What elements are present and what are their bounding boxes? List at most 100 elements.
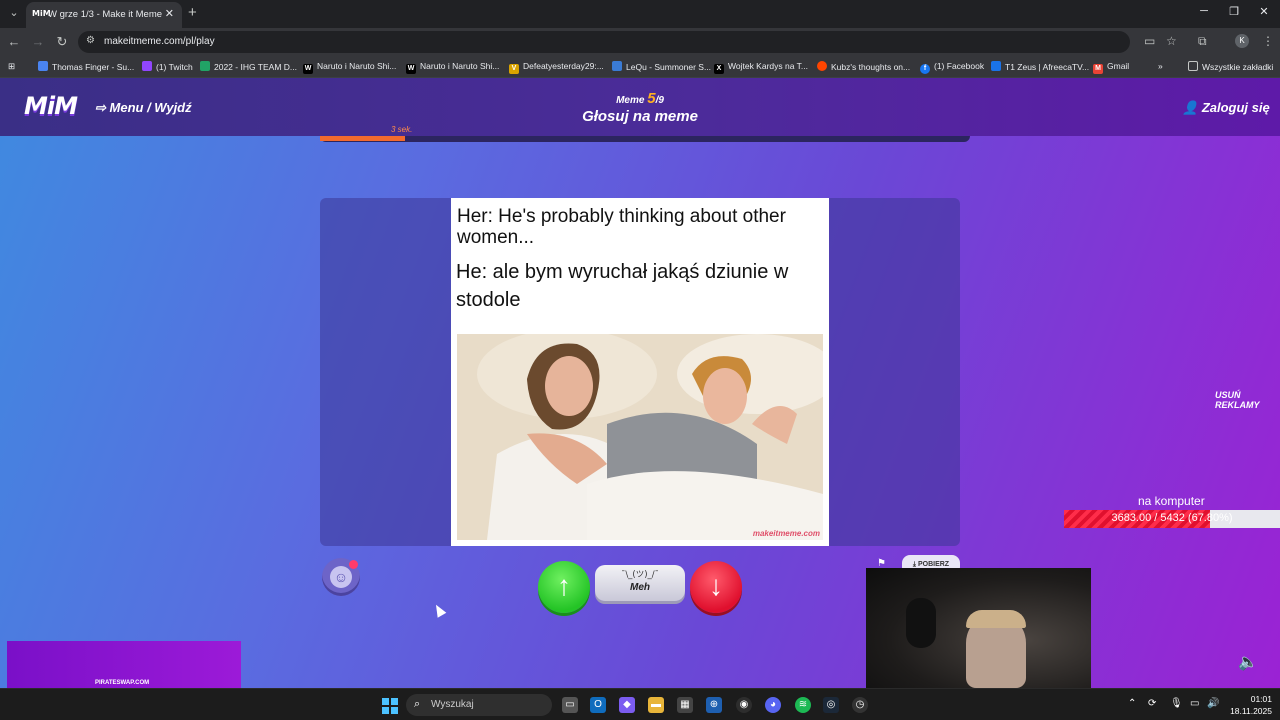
clock-app-icon[interactable]: ◷ — [852, 697, 868, 713]
meme-watermark: makeitmeme.com — [752, 529, 820, 538]
reddit-icon — [817, 61, 827, 71]
apps-grid-icon[interactable]: ⊞ — [8, 61, 15, 72]
taskbar-search[interactable]: ⌕ Wyszukaj — [406, 694, 552, 716]
meh-label: Meh — [630, 582, 650, 593]
twitch-icon — [142, 61, 152, 71]
forward-icon[interactable]: → — [30, 34, 46, 49]
microphone-icon — [906, 598, 936, 648]
remove-ads-link[interactable]: USUŃ REKLAMY — [1215, 390, 1280, 410]
url-text[interactable]: makeitmeme.com/pl/play — [104, 36, 215, 47]
new-tab-icon[interactable]: + — [188, 4, 197, 21]
league-icon — [612, 61, 622, 71]
store-icon[interactable]: ▦ — [677, 697, 693, 713]
windows-start-icon[interactable] — [382, 698, 398, 714]
bookmark-item[interactable]: 2022 - IHG TEAM D... — [200, 61, 297, 72]
mim-logo[interactable]: MiM — [24, 92, 78, 120]
vote-up-button[interactable]: ↑ — [538, 561, 590, 613]
round-counter: Meme 5/9 — [616, 90, 664, 107]
chrome-menu-icon[interactable]: ⋮ — [1262, 34, 1274, 48]
restore-icon[interactable]: ❐ — [1224, 5, 1244, 18]
clock-date: 18.11.2025 — [1230, 706, 1272, 716]
webcam-feed — [866, 568, 1091, 688]
game-page: MiM ⇨ Menu / Wyjdź Meme 5/9 Głosuj na me… — [0, 78, 1280, 688]
google-docs-icon — [38, 61, 48, 71]
folder-icon — [1188, 61, 1198, 71]
bookmark-item[interactable]: T1 Zeus | AfreecaTV... — [991, 61, 1089, 72]
copilot-icon[interactable]: ◆ — [619, 697, 635, 713]
bookmark-item[interactable]: (1) Twitch — [142, 61, 193, 72]
sponsor-name: PIRATESWAP.COM — [95, 680, 150, 686]
clock-time: 01:01 — [1250, 694, 1272, 704]
tray-overflow-icon[interactable]: ⌃ — [1128, 698, 1136, 709]
bookmark-star-icon[interactable]: ☆ — [1166, 34, 1177, 48]
round-current: 5 — [647, 90, 656, 107]
reload-icon[interactable]: ↻ — [54, 34, 70, 50]
bookmark-item[interactable]: M Gmail — [1093, 61, 1129, 74]
chrome-icon[interactable]: ◉ — [736, 697, 752, 713]
tab-close-icon[interactable]: ✕ — [165, 7, 174, 20]
shrug-emoticon: ¯\_(ツ)_/¯ — [621, 570, 659, 580]
bookmark-item[interactable]: Kubz's thoughts on... — [817, 61, 910, 72]
tab-search-icon[interactable]: ⌄ — [6, 5, 22, 21]
bookmark-item[interactable]: V Defeatyesterday29:... — [509, 61, 604, 74]
file-explorer-icon[interactable]: ▬ — [648, 697, 664, 713]
window-close-icon[interactable]: ✕ — [1254, 5, 1274, 18]
wiki-icon: W — [303, 64, 313, 74]
download-icon: ⤓ — [912, 561, 917, 568]
bookmark-item[interactable]: W Naruto i Naruto Shi... — [406, 61, 499, 74]
x-icon: X — [714, 64, 724, 74]
task-view-icon[interactable]: ▭ — [562, 697, 578, 713]
mouse-cursor — [431, 602, 447, 618]
vote-controls: ↑ ¯\_(ツ)_/¯ Meh ↓ — [534, 558, 748, 618]
game-header: MiM ⇨ Menu / Wyjdź Meme 5/9 Głosuj na me… — [0, 78, 1280, 136]
meme-image: Her: He's probably thinking about other … — [451, 198, 829, 546]
exit-icon: ⇨ — [95, 100, 106, 115]
vote-meh-button[interactable]: ¯\_(ツ)_/¯ Meh — [595, 565, 685, 601]
tab-title: W grze 1/3 - Make it Meme — [48, 9, 163, 20]
address-bar[interactable]: ⚙ makeitmeme.com/pl/play ▭ ☆ — [78, 31, 1177, 53]
login-button[interactable]: 👤 Zaloguj się — [1182, 100, 1270, 116]
extensions-icon[interactable]: ⧉ — [1198, 34, 1207, 49]
emoji-reaction-button[interactable]: ☺ — [322, 558, 360, 596]
profile-avatar[interactable]: K — [1235, 34, 1249, 48]
browser-tab-active[interactable]: MiM W grze 1/3 - Make it Meme ✕ — [26, 2, 182, 28]
minimize-icon[interactable]: ─ — [1194, 5, 1214, 17]
meme-caption-1: Her: He's probably thinking about other … — [457, 206, 786, 248]
more-bookmarks-icon[interactable]: » — [1158, 61, 1163, 71]
browser-toolbar: ← → ↻ ⚙ makeitmeme.com/pl/play ▭ ☆ ⧉ K ⋮ — [0, 28, 1280, 56]
round-total: /9 — [655, 95, 664, 106]
volume-icon[interactable]: 🔈 — [1238, 652, 1258, 672]
afreeca-icon — [991, 61, 1001, 71]
google-sheets-icon — [200, 61, 210, 71]
back-icon[interactable]: ← — [6, 34, 22, 49]
discord-icon[interactable]: ◕ — [765, 697, 781, 713]
bookmark-item[interactable]: W Naruto i Naruto Shi... — [303, 61, 396, 74]
vote-timer-label: 3 sek. — [391, 125, 413, 134]
phase-title: Głosuj na meme — [582, 108, 698, 125]
site-info-icon[interactable]: ⚙ — [86, 35, 95, 46]
menu-exit-button[interactable]: ⇨ Menu / Wyjdź — [95, 100, 192, 116]
sync-icon[interactable]: ⟳ — [1148, 698, 1156, 709]
bookmark-item[interactable]: f (1) Facebook — [920, 61, 984, 74]
donation-goal-bar: 3683.00 / 5432 (67.80%) — [1064, 510, 1280, 528]
mic-tray-icon[interactable]: 🎙 — [1170, 698, 1183, 709]
notification-dot — [349, 560, 358, 569]
system-clock[interactable]: 01:01 18.11.2025 — [1228, 693, 1272, 717]
bookmark-item[interactable]: Thomas Finger - Su... — [38, 61, 134, 72]
speaker-icon[interactable]: 🔊 — [1207, 698, 1219, 709]
spotify-icon[interactable]: ≋ — [795, 697, 811, 713]
vote-timer-fill — [320, 136, 405, 141]
cast-icon[interactable]: ▭ — [1144, 34, 1155, 48]
browser-tab-strip: ⌄ MiM W grze 1/3 - Make it Meme ✕ + ─ ❐ … — [0, 0, 1280, 28]
network-icon[interactable]: ▭ — [1190, 698, 1199, 709]
vote-down-button[interactable]: ↓ — [690, 561, 742, 613]
steam-icon[interactable]: ◎ — [823, 697, 839, 713]
bookmark-item[interactable]: X Wojtek Kardys na T... — [714, 61, 808, 74]
meme-photo: makeitmeme.com — [457, 334, 823, 540]
meme-caption-2: He: ale bym wyruchał jakąś dziunie w sto… — [456, 261, 789, 311]
all-bookmarks[interactable]: Wszystkie zakładki — [1188, 61, 1273, 72]
app-icon[interactable]: ⊕ — [706, 697, 722, 713]
taskbar-search-label: Wyszukaj — [431, 699, 474, 710]
outlook-icon[interactable]: O — [590, 697, 606, 713]
bookmark-item[interactable]: LeQu - Summoner S... — [612, 61, 711, 72]
